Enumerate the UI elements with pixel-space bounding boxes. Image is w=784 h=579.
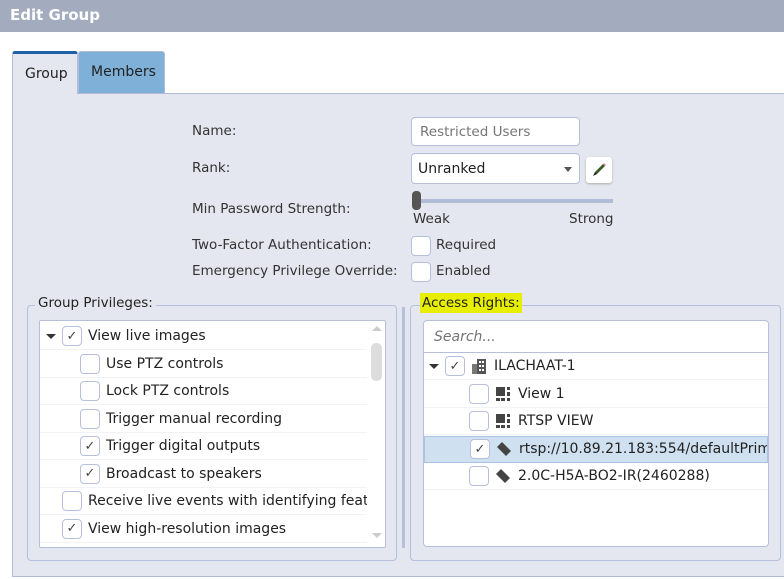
rank-select[interactable]: Unranked bbox=[411, 153, 580, 184]
privilege-item[interactable]: ✓ Broadcast to speakers bbox=[40, 461, 367, 488]
access-search-input[interactable] bbox=[424, 321, 768, 353]
privilege-checkbox[interactable] bbox=[62, 491, 82, 511]
access-tree: ✓ ILACHAAT-1 View 1 RTSP VIEW ✓ rtsp://10.89.… bbox=[423, 320, 769, 547]
access-item-label: rtsp://10.89.21.183:554/defaultPrimary bbox=[519, 441, 768, 457]
emergency-label: Emergency Privilege Override: bbox=[192, 263, 398, 279]
privilege-label: Trigger digital outputs bbox=[106, 438, 261, 454]
access-checkbox[interactable] bbox=[469, 383, 489, 404]
checkmark-icon: ✓ bbox=[66, 328, 78, 344]
privilege-checkbox[interactable] bbox=[80, 381, 100, 401]
two-factor-option: Required bbox=[436, 237, 497, 253]
pencil-icon bbox=[593, 163, 606, 176]
access-checkbox[interactable]: ✓ bbox=[445, 356, 465, 376]
privilege-checkbox[interactable] bbox=[80, 408, 100, 429]
privilege-checkbox[interactable]: ✓ bbox=[62, 518, 82, 539]
emergency-option: Enabled bbox=[436, 263, 491, 279]
checkmark-icon: ✓ bbox=[474, 441, 486, 457]
access-tree-item[interactable]: 2.0C-H5A-BO2-IR(2460288) bbox=[424, 463, 768, 490]
chevron-down-icon bbox=[564, 167, 572, 172]
view-grid-icon bbox=[496, 414, 510, 428]
privilege-item[interactable]: Trigger manual recording bbox=[40, 406, 367, 433]
weak-label: Weak bbox=[413, 211, 450, 227]
privilege-checkbox[interactable] bbox=[80, 353, 100, 374]
privilege-item[interactable]: ✓ View high-resolution images bbox=[40, 516, 367, 543]
access-checkbox[interactable] bbox=[469, 466, 489, 486]
password-strength-track bbox=[416, 199, 613, 203]
password-strength-slider[interactable] bbox=[412, 191, 421, 210]
access-item-label: 2.0C-H5A-BO2-IR(2460288) bbox=[518, 468, 710, 484]
view-grid-icon bbox=[496, 386, 510, 401]
privilege-item[interactable]: Lock PTZ controls bbox=[40, 378, 367, 405]
two-factor-label: Two-Factor Authentication: bbox=[192, 237, 372, 253]
scrollbar-thumb[interactable] bbox=[371, 343, 382, 381]
building-icon bbox=[472, 359, 486, 374]
access-tree-item[interactable]: RTSP VIEW bbox=[424, 408, 768, 435]
access-checkbox[interactable] bbox=[469, 411, 489, 431]
password-strength-label: Min Password Strength: bbox=[192, 201, 351, 217]
camera-icon bbox=[497, 442, 511, 456]
strong-label: Strong bbox=[569, 211, 614, 227]
access-item-label: View 1 bbox=[518, 385, 565, 402]
group-privileges-legend: Group Privileges: bbox=[35, 295, 156, 311]
privilege-label: Use PTZ controls bbox=[106, 355, 224, 372]
access-tree-item[interactable]: View 1 bbox=[424, 381, 768, 408]
access-tree-item[interactable]: ✓ rtsp://10.89.21.183:554/defaultPrimary bbox=[424, 435, 768, 463]
name-label: Name: bbox=[192, 123, 237, 139]
privilege-label: Broadcast to speakers bbox=[106, 465, 262, 482]
access-item-label: ILACHAAT-1 bbox=[494, 358, 576, 374]
access-rights-legend: Access Rights: bbox=[420, 293, 522, 313]
camera-icon bbox=[496, 469, 510, 483]
privilege-checkbox[interactable]: ✓ bbox=[62, 326, 82, 346]
checkmark-icon: ✓ bbox=[84, 438, 96, 454]
privilege-label: View high-resolution images bbox=[88, 520, 287, 537]
access-item-label: RTSP VIEW bbox=[518, 413, 594, 429]
window-title: Edit Group bbox=[0, 0, 784, 32]
expand-caret-icon[interactable] bbox=[46, 333, 56, 339]
rank-label: Rank: bbox=[192, 160, 231, 176]
privilege-item[interactable]: Use PTZ controls bbox=[40, 351, 367, 378]
privilege-label: Lock PTZ controls bbox=[106, 383, 230, 399]
privileges-list: ✓ View live images Use PTZ controls Lock PT… bbox=[39, 320, 386, 548]
expand-caret-icon[interactable] bbox=[429, 363, 439, 369]
privilege-label: Trigger manual recording bbox=[106, 410, 282, 427]
privilege-label: View live images bbox=[88, 328, 206, 344]
emergency-checkbox[interactable] bbox=[411, 262, 431, 282]
privilege-checkbox[interactable]: ✓ bbox=[80, 463, 100, 484]
privilege-item[interactable]: ✓ View live images bbox=[40, 323, 367, 350]
access-checkbox[interactable]: ✓ bbox=[470, 439, 490, 459]
checkmark-icon: ✓ bbox=[449, 358, 461, 374]
tab-members[interactable]: Members bbox=[78, 51, 165, 94]
tab-group[interactable]: Group bbox=[12, 51, 78, 94]
checkmark-icon: ✓ bbox=[66, 521, 78, 536]
two-factor-checkbox[interactable] bbox=[411, 236, 431, 256]
edit-rank-button[interactable] bbox=[586, 157, 612, 183]
privilege-checkbox[interactable]: ✓ bbox=[80, 436, 100, 456]
privilege-item[interactable]: ✓ Trigger digital outputs bbox=[40, 433, 367, 460]
privilege-item[interactable]: Receive live events with identifying fea… bbox=[40, 488, 367, 515]
checkmark-icon: ✓ bbox=[84, 466, 96, 481]
name-input[interactable] bbox=[411, 117, 580, 146]
scroll-down-icon[interactable] bbox=[372, 533, 382, 538]
splitter[interactable] bbox=[402, 307, 405, 548]
access-tree-item[interactable]: ✓ ILACHAAT-1 bbox=[424, 353, 768, 380]
privilege-label: Receive live events with identifying fea… bbox=[88, 493, 367, 509]
scroll-up-icon[interactable] bbox=[372, 326, 382, 331]
rank-value: Unranked bbox=[418, 161, 486, 177]
